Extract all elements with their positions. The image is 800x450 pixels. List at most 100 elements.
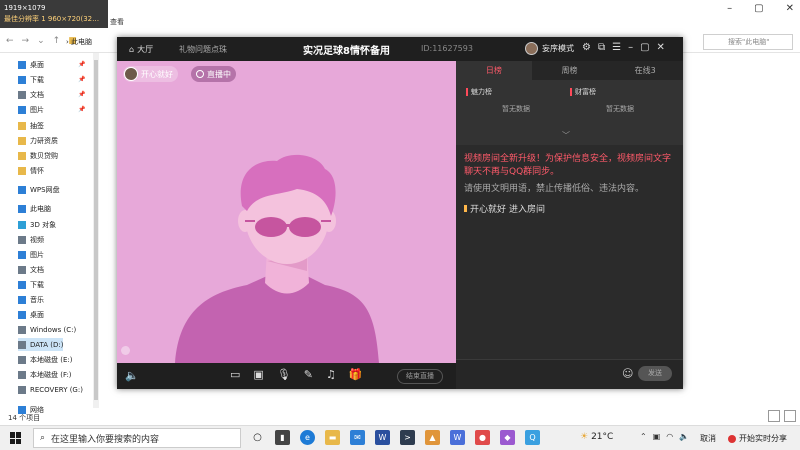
minimize-icon[interactable]: – <box>628 42 633 53</box>
sidebar-item[interactable]: 桌面 📌 <box>18 58 85 71</box>
pin-icon: 📌 <box>78 91 86 98</box>
word-icon[interactable]: W <box>375 430 390 445</box>
close-icon[interactable]: ✕ <box>657 42 665 53</box>
cloud-icon <box>18 185 26 194</box>
weather-icon: ☀ <box>580 432 589 442</box>
file-explorer-icon[interactable]: ▬ <box>325 430 340 445</box>
chat-input-bar[interactable]: ☺ 发送 <box>456 359 683 389</box>
explorer-search-input[interactable]: 搜索"此电脑" <box>703 34 793 50</box>
charm-rank-title: 魅力榜 <box>471 88 492 96</box>
app-orange-icon[interactable]: ▲ <box>425 430 440 445</box>
qq-icon[interactable]: Q <box>525 430 540 445</box>
app-red-icon[interactable]: ● <box>475 430 490 445</box>
camera-icon[interactable]: ▭ <box>230 368 240 381</box>
video-area[interactable]: 开心就好 直播中 <box>117 61 456 363</box>
sidebar-item[interactable]: 文档 <box>18 263 44 276</box>
sidebar-item-label: 数贝贷购 <box>30 151 58 160</box>
close-icon[interactable]: ✕ <box>786 3 794 14</box>
maximize-icon[interactable]: ▢ <box>640 42 649 53</box>
gift-icon[interactable]: 🎁 <box>349 368 363 381</box>
menu-icon[interactable]: ☰ <box>612 42 621 53</box>
tiles-view-icon[interactable] <box>784 410 796 422</box>
sidebar-item[interactable]: 抽签 <box>18 119 44 132</box>
sidebar-item[interactable]: 下载 <box>18 278 44 291</box>
cancel-button[interactable]: 取消 <box>700 433 716 444</box>
enter-user[interactable]: 开心就好 <box>470 202 506 215</box>
expand-chevron-icon[interactable]: ﹀ <box>562 130 570 141</box>
maximize-icon[interactable]: ▢ <box>754 3 763 14</box>
live-room-window: ⌂ 大厅 礼物问题点珠 实况足球8情怀备用 ID:11627593 妄序模式 ⚙… <box>117 37 683 389</box>
sidebar-item[interactable]: WPS网盘 <box>18 183 60 196</box>
sidebar-item[interactable]: 音乐 <box>18 293 44 306</box>
address-chevron-icon: › <box>66 38 69 46</box>
sidebar-item[interactable]: RECOVERY (G:) <box>18 383 83 396</box>
theme-mode-button[interactable]: 妄序模式 <box>525 42 574 55</box>
explorer-window-controls: – ▢ ✕ <box>727 3 794 14</box>
back-arrow-icon[interactable]: ← <box>6 36 14 46</box>
wifi-icon[interactable]: ◠ <box>666 432 673 441</box>
tray-app-icon[interactable]: ▣ <box>653 432 661 441</box>
info-icon[interactable] <box>121 346 130 355</box>
app-purple-icon[interactable]: ◆ <box>500 430 515 445</box>
tab-gift[interactable]: 礼物问题点珠 <box>179 44 227 55</box>
edge-icon[interactable]: e <box>300 430 315 445</box>
image-icon[interactable]: ▣ <box>253 368 263 381</box>
tab-daily[interactable]: 日榜 <box>456 61 532 80</box>
volume-icon[interactable]: 🔈 <box>125 369 139 382</box>
speaker-icon[interactable]: 🔈 <box>679 432 689 441</box>
sidebar-item[interactable]: 数贝贷购 <box>18 149 58 162</box>
microphone-icon[interactable]: 🎙 <box>277 368 291 381</box>
sidebar-item-label: 音乐 <box>30 295 44 304</box>
live-share-button[interactable]: 开始实时分享 <box>728 433 787 444</box>
tab-online[interactable]: 在线3 <box>607 61 683 80</box>
enter-message: 开心就好 进入房间 <box>464 202 675 215</box>
host-chip[interactable]: 开心就好 <box>123 66 178 82</box>
sidebar-item[interactable]: 力研资质 <box>18 134 58 147</box>
menu-view[interactable]: 查看 <box>110 17 124 27</box>
tab-hall-label: 大厅 <box>137 45 154 54</box>
windows-start-icon[interactable] <box>10 432 22 444</box>
edit-icon[interactable]: ✎ <box>304 368 313 381</box>
tab-hall[interactable]: ⌂ 大厅 <box>129 44 153 55</box>
sidebar-item[interactable]: 文档 📌 <box>18 88 85 101</box>
up-arrow-icon[interactable]: ↑ <box>53 36 61 46</box>
pin-icon: 📌 <box>78 61 86 68</box>
sidebar-item-label: RECOVERY (G:) <box>30 385 83 394</box>
sidebar-item[interactable]: 图片 <box>18 248 44 261</box>
sidebar-item[interactable]: 下载 📌 <box>18 73 85 86</box>
popout-icon[interactable]: ⧉ <box>598 42 605 53</box>
sidebar-item-label: 情怀 <box>30 166 44 175</box>
send-button[interactable]: 发送 <box>638 366 672 381</box>
details-view-icon[interactable] <box>768 410 780 422</box>
forward-arrow-icon[interactable]: → <box>22 36 30 46</box>
chevron-down-icon[interactable]: ⌄ <box>37 36 45 46</box>
wealth-rank-empty: 暂无数据 <box>606 105 634 113</box>
sidebar-item[interactable]: 3D 对象 <box>18 218 56 231</box>
sidebar-item[interactable]: 视频 <box>18 233 44 246</box>
task-view-icon[interactable]: ○ <box>250 430 265 445</box>
minimize-icon[interactable]: – <box>727 3 732 14</box>
pin-icon: 📌 <box>78 106 86 113</box>
terminal-icon[interactable]: > <box>400 430 415 445</box>
settings-icon[interactable]: ⚙ <box>582 42 591 53</box>
music-icon[interactable]: ♫ <box>326 368 336 381</box>
close-live-button[interactable]: 结束直播 <box>397 369 443 384</box>
widget-icon[interactable]: ▮ <box>275 430 290 445</box>
sidebar-item[interactable]: Windows (C:) <box>18 323 76 336</box>
weather[interactable]: ☀ 21°C <box>580 432 613 442</box>
sidebar-item[interactable]: 此电脑 <box>18 202 51 215</box>
wps-icon[interactable]: W <box>450 430 465 445</box>
emoji-icon[interactable]: ☺ <box>622 367 633 380</box>
sidebar-item[interactable]: 情怀 <box>18 164 44 177</box>
tray-expand-icon[interactable]: ⌃ <box>640 432 647 441</box>
sidebar-item[interactable]: DATA (D:) <box>18 338 64 351</box>
sidebar-item[interactable]: 图片 📌 <box>18 103 85 116</box>
cube-icon <box>18 220 26 229</box>
tab-weekly[interactable]: 周榜 <box>532 61 608 80</box>
taskbar-search-input[interactable]: ⌕ 在这里输入你要搜索的内容 <box>33 428 241 448</box>
sidebar-item[interactable]: 本地磁盘 (E:) <box>18 353 72 366</box>
sidebar-item[interactable]: 桌面 <box>18 308 44 321</box>
mail-icon[interactable]: ✉ <box>350 430 365 445</box>
sidebar-item[interactable]: 本地磁盘 (F:) <box>18 368 72 381</box>
sidebar-scroll-thumb[interactable] <box>94 60 98 400</box>
